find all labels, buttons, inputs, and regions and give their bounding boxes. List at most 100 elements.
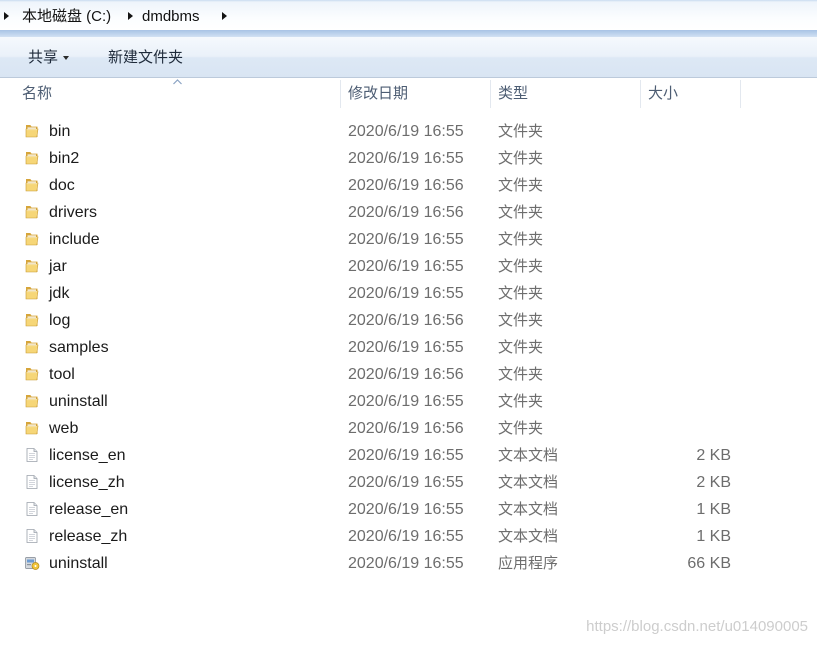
file-name: doc <box>49 177 75 194</box>
column-header-row: 名称 修改日期 类型 大小 <box>0 78 817 110</box>
folder-row[interactable]: web 2020/6/19 16:56 文件夹 <box>0 415 740 442</box>
file-name: bin <box>49 123 71 140</box>
file-name: drivers <box>49 204 98 221</box>
file-row[interactable]: license_zh 2020/6/19 16:55 文本文档 2 KB <box>0 469 740 496</box>
folder-icon <box>24 393 40 409</box>
file-name: samples <box>49 339 109 356</box>
text-document-icon <box>24 501 40 517</box>
new-folder-button[interactable]: 新建文件夹 <box>98 44 194 72</box>
new-folder-button-label: 新建文件夹 <box>108 49 184 66</box>
file-name: uninstall <box>49 555 108 572</box>
folder-row[interactable]: jdk 2020/6/19 16:55 文件夹 <box>0 280 740 307</box>
folder-icon <box>24 150 40 166</box>
folder-icon <box>24 339 40 355</box>
file-modified-date: 2020/6/19 16:56 <box>348 312 464 329</box>
file-type: 文本文档 <box>498 528 559 545</box>
file-row[interactable]: license_en 2020/6/19 16:55 文本文档 2 KB <box>0 442 740 469</box>
column-header-size[interactable]: 大小 <box>641 78 740 110</box>
file-size: 1 KB <box>696 528 731 545</box>
text-document-icon <box>24 474 40 490</box>
file-size: 2 KB <box>696 474 731 491</box>
file-modified-date: 2020/6/19 16:56 <box>348 204 464 221</box>
file-type: 文件夹 <box>498 231 544 248</box>
file-modified-date: 2020/6/19 16:56 <box>348 366 464 383</box>
folder-icon <box>24 123 40 139</box>
column-header-name-label: 名称 <box>22 85 53 102</box>
file-size: 1 KB <box>696 501 731 518</box>
folder-row[interactable]: samples 2020/6/19 16:55 文件夹 <box>0 334 740 361</box>
file-modified-date: 2020/6/19 16:55 <box>348 339 464 356</box>
file-name: web <box>49 420 79 437</box>
column-header-name[interactable]: 名称 <box>0 78 340 110</box>
file-name: release_en <box>49 501 129 518</box>
watermark-text: https://blog.csdn.net/u014090005 <box>586 618 808 635</box>
breadcrumb-subfolder-chevron-icon[interactable] <box>222 12 227 20</box>
file-modified-date: 2020/6/19 16:55 <box>348 123 464 140</box>
file-type: 文本文档 <box>498 474 559 491</box>
sort-up-icon <box>173 79 182 85</box>
file-name: uninstall <box>49 393 108 410</box>
file-type: 文件夹 <box>498 420 544 437</box>
folder-row[interactable]: log 2020/6/19 16:56 文件夹 <box>0 307 740 334</box>
file-modified-date: 2020/6/19 16:55 <box>348 528 464 545</box>
folder-icon <box>24 420 40 436</box>
file-type: 文件夹 <box>498 285 544 302</box>
file-type: 文件夹 <box>498 393 544 410</box>
folder-row[interactable]: tool 2020/6/19 16:56 文件夹 <box>0 361 740 388</box>
column-separator[interactable] <box>740 80 741 108</box>
breadcrumb-root-chevron-icon[interactable] <box>4 12 9 20</box>
file-type: 文件夹 <box>498 123 544 140</box>
file-type: 应用程序 <box>498 555 559 572</box>
breadcrumb-item-dmdbms[interactable]: dmdbms <box>142 5 200 29</box>
folder-row[interactable]: bin2 2020/6/19 16:55 文件夹 <box>0 145 740 172</box>
folder-row[interactable]: include 2020/6/19 16:55 文件夹 <box>0 226 740 253</box>
folder-icon <box>24 312 40 328</box>
file-type: 文件夹 <box>498 366 544 383</box>
file-row[interactable]: release_zh 2020/6/19 16:55 文本文档 1 KB <box>0 523 740 550</box>
share-button[interactable]: 共享 <box>18 44 82 72</box>
file-modified-date: 2020/6/19 16:55 <box>348 447 464 464</box>
file-name: bin2 <box>49 150 80 167</box>
column-header-modified-label: 修改日期 <box>348 85 409 102</box>
column-header-type[interactable]: 类型 <box>491 78 640 110</box>
file-modified-date: 2020/6/19 16:56 <box>348 420 464 437</box>
application-icon <box>24 555 40 571</box>
text-document-icon <box>24 528 40 544</box>
file-modified-date: 2020/6/19 16:55 <box>348 285 464 302</box>
file-name: license_zh <box>49 474 125 491</box>
file-row[interactable]: release_en 2020/6/19 16:55 文本文档 1 KB <box>0 496 740 523</box>
file-modified-date: 2020/6/19 16:55 <box>348 258 464 275</box>
folder-icon <box>24 231 40 247</box>
folder-row[interactable]: uninstall 2020/6/19 16:55 文件夹 <box>0 388 740 415</box>
file-type: 文本文档 <box>498 501 559 518</box>
file-modified-date: 2020/6/19 16:56 <box>348 177 464 194</box>
folder-icon <box>24 258 40 274</box>
folder-row[interactable]: jar 2020/6/19 16:55 文件夹 <box>0 253 740 280</box>
folder-row[interactable]: doc 2020/6/19 16:56 文件夹 <box>0 172 740 199</box>
column-header-modified[interactable]: 修改日期 <box>341 78 490 110</box>
file-size: 66 KB <box>687 555 731 572</box>
file-row[interactable]: uninstall 2020/6/19 16:55 应用程序 66 KB <box>0 550 740 577</box>
share-button-label: 共享 <box>28 49 59 66</box>
column-header-type-label: 类型 <box>498 85 529 102</box>
file-type: 文件夹 <box>498 177 544 194</box>
file-modified-date: 2020/6/19 16:55 <box>348 501 464 518</box>
folder-row[interactable]: drivers 2020/6/19 16:56 文件夹 <box>0 199 740 226</box>
file-type: 文件夹 <box>498 312 544 329</box>
folder-row[interactable]: bin 2020/6/19 16:55 文件夹 <box>0 118 740 145</box>
breadcrumb-item-local-disk[interactable]: 本地磁盘 (C:) <box>22 5 111 29</box>
file-type: 文件夹 <box>498 150 544 167</box>
folder-icon <box>24 366 40 382</box>
file-name: jdk <box>49 285 70 302</box>
folder-icon <box>24 285 40 301</box>
file-modified-date: 2020/6/19 16:55 <box>348 150 464 167</box>
file-type: 文件夹 <box>498 204 544 221</box>
address-bar[interactable]: 本地磁盘 (C:) dmdbms <box>0 0 817 30</box>
file-size: 2 KB <box>696 447 731 464</box>
file-name: tool <box>49 366 75 383</box>
text-document-icon <box>24 447 40 463</box>
command-bar: 共享 新建文件夹 <box>0 37 817 78</box>
file-modified-date: 2020/6/19 16:55 <box>348 555 464 572</box>
breadcrumb-separator-chevron-icon[interactable] <box>128 12 133 20</box>
file-modified-date: 2020/6/19 16:55 <box>348 474 464 491</box>
